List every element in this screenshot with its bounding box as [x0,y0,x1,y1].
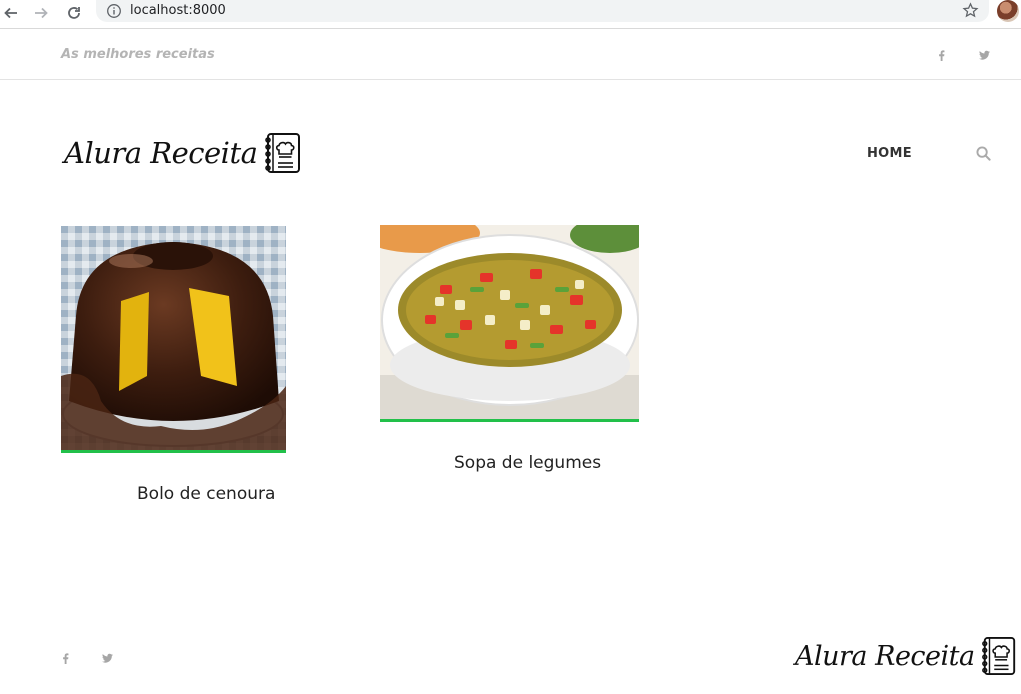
footer-facebook-icon[interactable] [58,651,72,665]
info-icon[interactable] [106,3,122,19]
tagline: As melhores receitas [61,47,215,62]
back-icon[interactable] [0,2,22,24]
footer-logo[interactable]: Alura Receita [795,635,1018,677]
recipe-title[interactable]: Sopa de legumes [454,453,601,473]
reload-icon[interactable] [63,2,85,24]
profile-avatar[interactable] [997,0,1019,22]
footer-twitter-icon[interactable] [100,651,114,665]
twitter-icon[interactable] [977,48,991,62]
site-logo[interactable]: Alura Receita [64,132,303,174]
recipe-book-icon [981,637,1015,675]
chocolate-carrot-cake-photo[interactable] [61,226,286,453]
footer-logo-text: Alura Receita [795,640,975,672]
search-icon[interactable] [976,146,991,161]
bookmark-star-icon[interactable] [962,2,979,19]
address-bar[interactable]: localhost:8000 [96,0,989,22]
nav-home-link[interactable]: HOME [867,146,912,161]
facebook-icon[interactable] [934,48,948,62]
vegetable-soup-photo[interactable] [380,225,639,422]
browser-toolbar: localhost:8000 [0,0,1021,29]
url-text[interactable]: localhost:8000 [130,3,226,18]
top-bar: As melhores receitas [0,30,1021,80]
recipe-book-icon [265,133,301,173]
logo-text: Alura Receita [64,136,258,170]
forward-icon[interactable] [30,2,52,24]
recipe-title[interactable]: Bolo de cenoura [137,484,275,504]
